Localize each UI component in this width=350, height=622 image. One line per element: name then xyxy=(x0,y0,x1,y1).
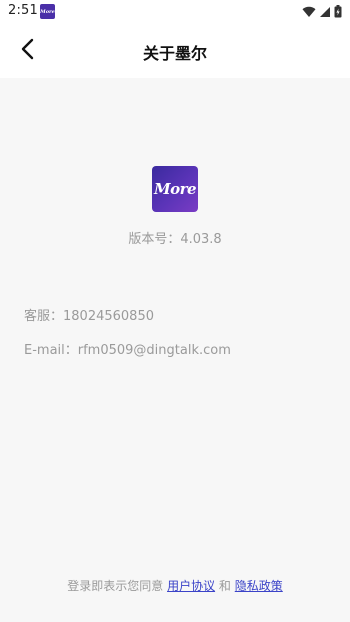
app-logo: More xyxy=(152,166,198,212)
version-label: 版本号：4.03.8 xyxy=(128,232,222,247)
app-notification-icon: More xyxy=(40,4,55,19)
agreement-prefix: 登录即表示您同意 xyxy=(67,579,164,593)
status-bar: 2:51 More xyxy=(0,0,350,24)
page-title: 关于墨尔 xyxy=(142,44,207,63)
contact-email: E-mail：rfm0509@dingtalk.com xyxy=(24,343,231,358)
agreement-and: 和 xyxy=(218,579,231,593)
user-agreement-link[interactable]: 用户协议 xyxy=(167,579,215,593)
customer-service-phone: 客服：18024560850 xyxy=(24,309,154,324)
battery-icon xyxy=(334,3,342,22)
signal-icon xyxy=(319,3,331,22)
privacy-policy-link[interactable]: 隐私政策 xyxy=(235,579,283,593)
status-time: 2:51 xyxy=(8,3,38,18)
status-indicators xyxy=(302,4,342,20)
wifi-icon xyxy=(302,3,316,22)
agreement-footer: 登录即表示您同意 用户协议 和 隐私政策 xyxy=(0,577,350,594)
top-app-bar: 关于墨尔 xyxy=(0,24,350,78)
about-content: More 版本号：4.03.8 客服：18024560850 E-mail：rf… xyxy=(0,78,350,622)
